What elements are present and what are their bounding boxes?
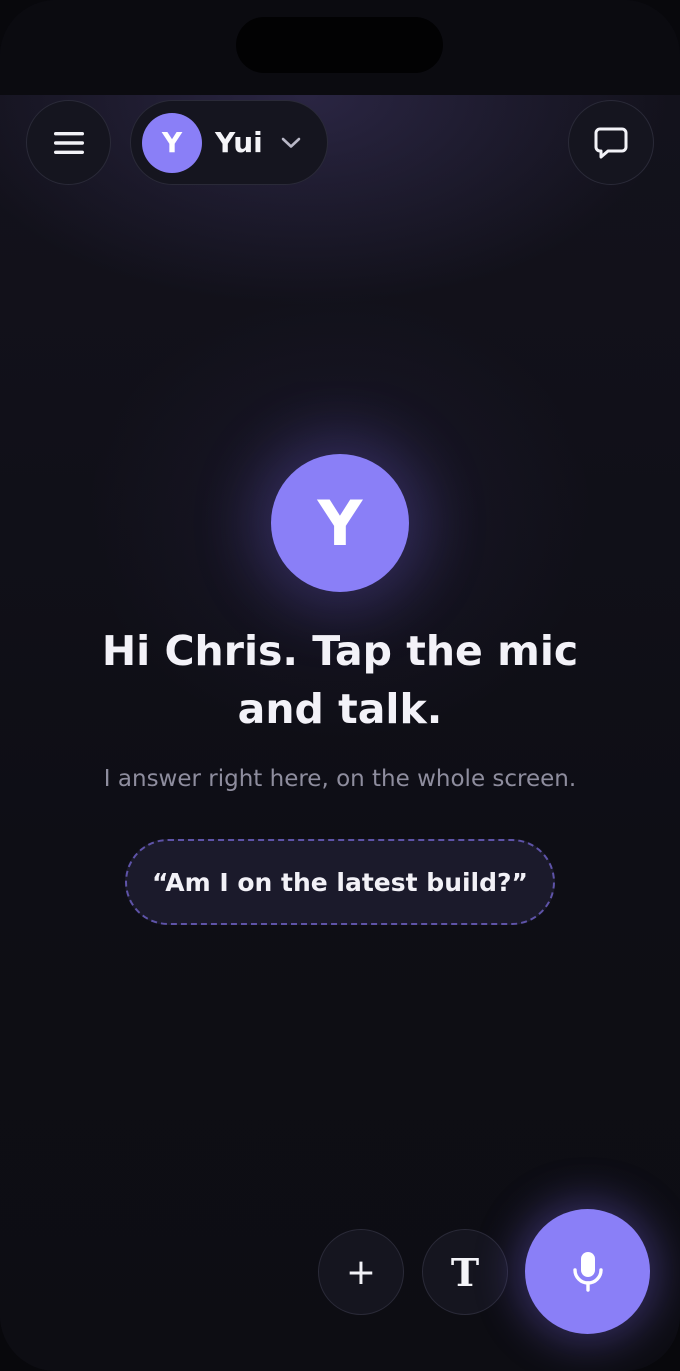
menu-button[interactable] — [26, 100, 111, 185]
assistant-avatar: Y — [271, 454, 409, 592]
chevron-down-icon — [281, 137, 301, 149]
text-input-button[interactable]: T — [422, 1229, 508, 1315]
camera-notch — [236, 17, 443, 73]
add-button[interactable]: + — [318, 1229, 404, 1315]
chat-button[interactable] — [568, 100, 654, 185]
chat-bubble-icon — [594, 127, 628, 158]
agent-avatar: Y — [142, 112, 202, 173]
text-icon: T — [450, 1249, 480, 1295]
agent-name: Yui — [215, 126, 263, 159]
greeting-headline: Hi Chris. Tap the mic and talk. — [101, 627, 579, 733]
suggested-prompt-label: “Am I on the latest build?” — [152, 867, 528, 897]
microphone-icon — [572, 1251, 603, 1292]
suggested-prompt-chip[interactable]: “Am I on the latest build?” — [125, 839, 555, 925]
mic-button[interactable] — [525, 1209, 650, 1334]
hamburger-menu-icon — [53, 131, 84, 154]
plus-icon: + — [345, 1251, 377, 1293]
agent-selector[interactable]: Y Yui — [130, 100, 328, 185]
status-bar — [0, 0, 680, 95]
phone-frame: Y Yui Y Hi Chris. Tap the mic and talk. … — [0, 0, 680, 1371]
greeting-subtitle: I answer right here, on the whole screen… — [103, 766, 577, 792]
